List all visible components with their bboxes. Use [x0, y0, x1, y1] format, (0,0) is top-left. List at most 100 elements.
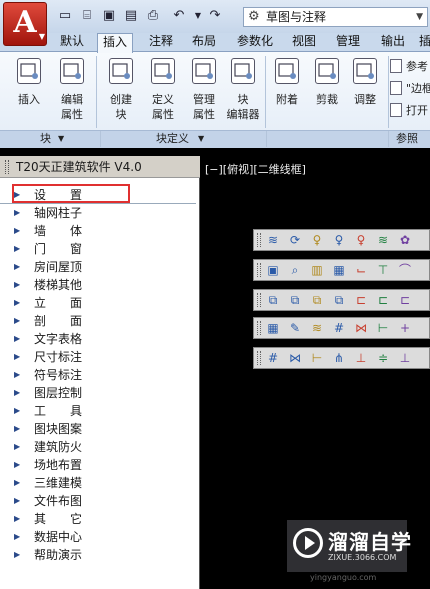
- copy4-icon[interactable]: ⧉: [332, 293, 346, 307]
- frame3-icon[interactable]: ⊏: [398, 293, 412, 307]
- double-line-icon[interactable]: ≑: [376, 351, 390, 365]
- pipe-icon[interactable]: ⌙: [354, 263, 368, 277]
- palette-item-5[interactable]: ▶ 房间屋顶: [0, 258, 196, 276]
- drag-grip-icon[interactable]: [257, 293, 261, 307]
- chevron-down-icon[interactable]: ▼: [190, 8, 206, 24]
- ribbon-button-2[interactable]: 编辑 属性: [55, 56, 89, 128]
- tab-7[interactable]: 管理: [330, 33, 366, 52]
- drag-grip-icon[interactable]: [257, 321, 261, 335]
- panel-title-1[interactable]: 块: [40, 131, 51, 148]
- copy-icon[interactable]: ⧉: [266, 293, 280, 307]
- undo-icon[interactable]: ↶: [171, 8, 187, 24]
- tab-8[interactable]: 输出: [375, 33, 411, 52]
- palette-item-14[interactable]: ▶ 图块图案: [0, 420, 196, 438]
- bulb-on-icon[interactable]: ♀: [354, 233, 368, 247]
- palette-item-20[interactable]: ▶ 数据中心: [0, 528, 196, 546]
- workspace-dropdown[interactable]: ⚙ 草图与注释 ▼: [243, 7, 428, 27]
- palette-item-17[interactable]: ▶ 三维建模: [0, 474, 196, 492]
- chevron-down-icon[interactable]: ▼: [58, 131, 64, 148]
- ribbon-button-1[interactable]: 插入: [12, 56, 46, 128]
- layers-icon[interactable]: ≋: [266, 233, 280, 247]
- palette-item-2[interactable]: ▶ 轴网柱子: [0, 204, 196, 222]
- palette-item-6[interactable]: ▶ 楼梯其他: [0, 276, 196, 294]
- ribbon-side-item[interactable]: 参考: [390, 58, 430, 76]
- flower-icon[interactable]: ✿: [398, 233, 412, 247]
- palette-item-1[interactable]: ▶ 设 置: [0, 186, 196, 204]
- zoom-page-icon[interactable]: ⌕: [288, 263, 302, 277]
- frame2-icon[interactable]: ⊏: [376, 293, 390, 307]
- palette-item-8[interactable]: ▶ 剖 面: [0, 312, 196, 330]
- bulb-icon[interactable]: ♀: [332, 233, 346, 247]
- arc-icon[interactable]: ⌒: [398, 263, 412, 277]
- columns-icon[interactable]: ▥: [310, 263, 324, 277]
- leaf-icon[interactable]: ⋔: [332, 351, 346, 365]
- cross-icon[interactable]: +: [398, 321, 412, 335]
- open-icon[interactable]: ⌸: [79, 8, 95, 24]
- palette-item-12[interactable]: ▶ 图层控制: [0, 384, 196, 402]
- copy2-icon[interactable]: ⧉: [288, 293, 302, 307]
- ribbon-button-3[interactable]: 创建 块: [104, 56, 138, 128]
- palette-item-9[interactable]: ▶ 文字表格: [0, 330, 196, 348]
- drag-grip-icon[interactable]: [257, 233, 261, 247]
- table-icon[interactable]: ▦: [332, 263, 346, 277]
- layers2-icon[interactable]: ≋: [310, 321, 324, 335]
- ribbon-side-item[interactable]: 打开: [390, 102, 430, 120]
- new-icon[interactable]: ▭: [57, 8, 73, 24]
- palette-item-10[interactable]: ▶ 尺寸标注: [0, 348, 196, 366]
- save-icon[interactable]: ▣: [101, 8, 117, 24]
- grid-icon[interactable]: #: [332, 321, 346, 335]
- ribbon-button-5[interactable]: 管理 属性: [187, 56, 221, 128]
- ribbon-side-item[interactable]: "边框: [390, 80, 430, 98]
- frame-icon[interactable]: ⊏: [354, 293, 368, 307]
- ribbon-button-6[interactable]: 块 编辑器: [226, 56, 260, 128]
- node-line-icon[interactable]: ⊢: [376, 321, 390, 335]
- ribbon-button-7[interactable]: 附着: [270, 56, 304, 128]
- saveas-icon[interactable]: ▤: [123, 8, 139, 24]
- print-icon[interactable]: ⎙: [145, 8, 161, 24]
- palette-item-3[interactable]: ▶ 墙 体: [0, 222, 196, 240]
- tab-4[interactable]: 布局: [186, 33, 222, 52]
- tab-3[interactable]: 注释: [143, 33, 179, 52]
- drag-grip-icon[interactable]: [257, 351, 261, 365]
- ruler-icon[interactable]: ▦: [266, 321, 280, 335]
- picture-icon[interactable]: ▣: [266, 263, 280, 277]
- bulb-off-icon[interactable]: ♀: [310, 233, 324, 247]
- redo-icon[interactable]: ↷: [207, 8, 223, 24]
- refresh-icon[interactable]: ⟳: [288, 233, 302, 247]
- measure-icon[interactable]: ⊥: [354, 351, 368, 365]
- palette-header[interactable]: T20天正建筑软件 V4.0: [0, 156, 200, 178]
- tab-6[interactable]: 视图: [286, 33, 322, 52]
- chevron-down-icon[interactable]: ▼: [198, 131, 204, 148]
- application-menu-button[interactable]: A ▼: [3, 2, 47, 46]
- node-line2-icon[interactable]: ⊢: [310, 351, 324, 365]
- stack-icon[interactable]: ≋: [376, 233, 390, 247]
- copy3-icon[interactable]: ⧉: [310, 293, 324, 307]
- grid2-icon[interactable]: #: [266, 351, 280, 365]
- palette-item-13[interactable]: ▶ 工 具: [0, 402, 196, 420]
- gauge-icon[interactable]: ⊥: [398, 351, 412, 365]
- panel-title-3[interactable]: 参照: [396, 131, 418, 148]
- palette-item-4[interactable]: ▶ 门 窗: [0, 240, 196, 258]
- palette-item-21[interactable]: ▶ 帮助演示: [0, 546, 196, 564]
- tab-9[interactable]: 插: [415, 33, 430, 52]
- palette-item-11[interactable]: ▶ 符号标注: [0, 366, 196, 384]
- drag-grip-icon[interactable]: [5, 160, 9, 174]
- drag-grip-icon[interactable]: [257, 263, 261, 277]
- ribbon-button-4[interactable]: 定义 属性: [146, 56, 180, 128]
- tab-2[interactable]: 插入: [97, 33, 133, 53]
- palette-item-7[interactable]: ▶ 立 面: [0, 294, 196, 312]
- edit-doc-icon[interactable]: ✎: [288, 321, 302, 335]
- palette-item-19[interactable]: ▶ 其 它: [0, 510, 196, 528]
- viewport-controls[interactable]: [−][俯视][二维线框]: [205, 161, 306, 177]
- palette-item-15[interactable]: ▶ 建筑防火: [0, 438, 196, 456]
- nodes2-icon[interactable]: ⋈: [288, 351, 302, 365]
- palette-item-18[interactable]: ▶ 文件布图: [0, 492, 196, 510]
- ribbon-button-9[interactable]: 调整: [348, 56, 382, 128]
- palette-item-16[interactable]: ▶ 场地布置: [0, 456, 196, 474]
- tab-5[interactable]: 参数化: [230, 33, 280, 52]
- tab-1[interactable]: 默认: [54, 33, 90, 52]
- ribbon-button-8[interactable]: 剪裁: [310, 56, 344, 128]
- panel-title-2[interactable]: 块定义: [156, 131, 189, 148]
- valve-icon[interactable]: ⊤: [376, 263, 390, 277]
- nodes-icon[interactable]: ⋈: [354, 321, 368, 335]
